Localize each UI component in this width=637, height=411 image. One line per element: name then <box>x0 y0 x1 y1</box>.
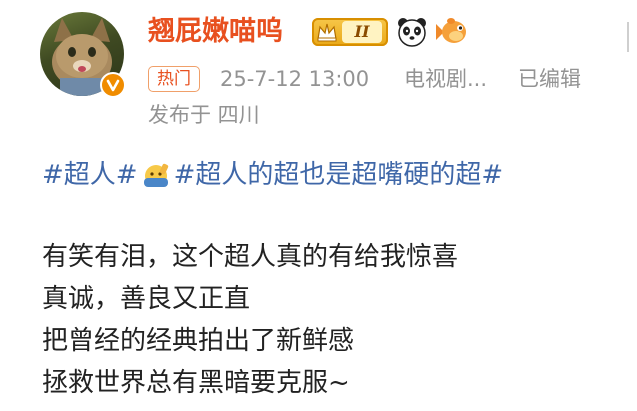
hot-tag[interactable]: 热门 <box>148 66 200 92</box>
crown-icon <box>317 23 337 42</box>
post-text-line: 把曾经的经典拍出了新鲜感 <box>42 326 355 356</box>
username[interactable]: 翘屁嫩喵呜 <box>148 14 283 50</box>
hashtag-superman-stubborn[interactable]: #超人的超也是超嘴硬的超# <box>174 160 504 190</box>
verified-v-icon <box>100 72 126 98</box>
vip-badge[interactable]: II <box>312 18 388 46</box>
post-time: 25-7-12 13:00 <box>220 67 370 91</box>
more-menu-edge[interactable] <box>627 22 637 52</box>
post-text-line: 拯救世界总有黑暗要克服~ <box>42 368 350 398</box>
hashtag-line: #超人# #超人的超也是超嘴硬的超# <box>42 155 503 195</box>
hashtag-superman[interactable]: #超人# <box>42 160 138 190</box>
weibo-post: 翘屁嫩喵呜 II 热门 25-7-12 13:00 电视剧... 已编辑 发布于… <box>0 0 637 411</box>
goldfish-icon[interactable] <box>434 16 468 48</box>
post-text-line: 有笑有泪，这个超人真的有给我惊喜 <box>42 242 459 272</box>
avatar-container[interactable] <box>40 12 126 98</box>
post-source[interactable]: 电视剧... <box>404 64 487 94</box>
vip-level-label: II <box>342 21 382 43</box>
panda-icon[interactable] <box>396 16 428 48</box>
post-location: 发布于 四川 <box>148 103 260 127</box>
salute-face-icon <box>143 163 168 187</box>
edited-label[interactable]: 已编辑 <box>518 64 581 94</box>
post-text-line: 真诚，善良又正直 <box>42 284 251 314</box>
